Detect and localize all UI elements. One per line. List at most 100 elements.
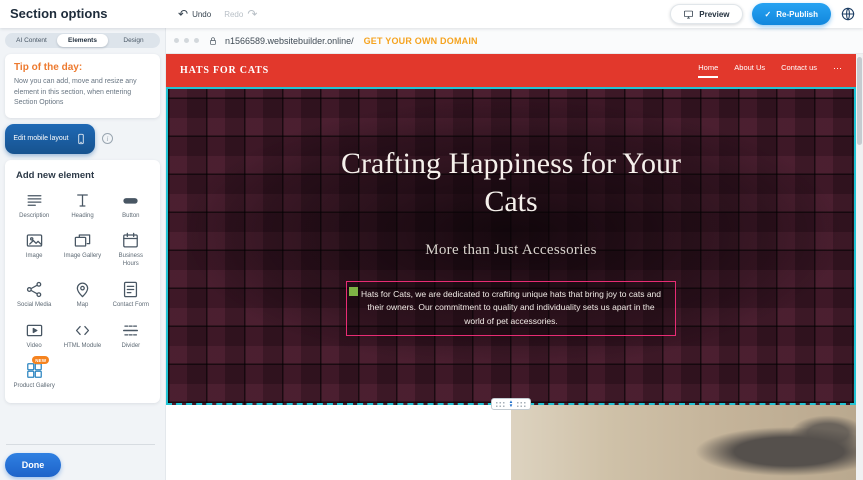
undo-icon: ↶ bbox=[178, 8, 188, 20]
redo-button[interactable]: Redo ↷ bbox=[220, 8, 261, 20]
element-label: Button bbox=[122, 213, 139, 221]
element-label: Product Gallery bbox=[13, 383, 54, 391]
info-icon[interactable]: i bbox=[102, 133, 113, 144]
top-toolbar: Section options ↶ Undo Redo ↷ Preview ✓ … bbox=[0, 0, 863, 28]
map-pin-icon bbox=[73, 280, 92, 299]
hero-subheading[interactable]: More than Just Accessories bbox=[425, 242, 597, 259]
tab-elements[interactable]: Elements bbox=[57, 34, 108, 47]
contact-form-icon bbox=[121, 280, 140, 299]
element-contact-form[interactable]: Contact Form bbox=[107, 280, 155, 310]
tab-ai-content[interactable]: AI Content bbox=[6, 34, 57, 47]
tip-body: Now you can add, move and resize any ele… bbox=[14, 77, 151, 109]
toolbar-right-controls: Preview ✓ Re-Publish bbox=[670, 0, 856, 28]
window-dot-icon bbox=[194, 38, 199, 43]
edit-mobile-layout-button[interactable]: Edit mobile layout bbox=[5, 124, 95, 154]
html-code-icon bbox=[73, 321, 92, 340]
site-url: n1566589.websitebuilder.online/ bbox=[225, 36, 354, 46]
nav-home[interactable]: Home bbox=[698, 63, 718, 78]
business-hours-icon bbox=[121, 231, 140, 250]
website-builder-app: Section options ↶ Undo Redo ↷ Preview ✓ … bbox=[0, 0, 863, 480]
lock-icon bbox=[208, 36, 218, 46]
monitor-icon bbox=[683, 9, 694, 20]
element-label: Description bbox=[19, 213, 49, 221]
element-heading[interactable]: Heading bbox=[58, 191, 106, 221]
section-options-panel: AI Content Elements Design Tip of the da… bbox=[0, 28, 166, 480]
edit-mobile-label: Edit mobile layout bbox=[13, 135, 68, 142]
page-title: Section options bbox=[10, 6, 108, 21]
element-label: Heading bbox=[71, 213, 93, 221]
product-gallery-icon bbox=[25, 361, 44, 380]
element-label: Social Media bbox=[17, 302, 51, 310]
site-nav: Home About Us Contact us ⋯ bbox=[698, 63, 842, 78]
undo-button[interactable]: ↶ Undo bbox=[174, 8, 215, 20]
nav-more-icon[interactable]: ⋯ bbox=[833, 65, 842, 78]
element-business-hours[interactable]: Business Hours bbox=[107, 231, 155, 269]
hero-text-element-selected[interactable]: Hats for Cats, we are dedicated to craft… bbox=[346, 281, 676, 336]
image-icon bbox=[25, 231, 44, 250]
element-label: Contact Form bbox=[113, 302, 149, 310]
nav-contact-us[interactable]: Contact us bbox=[781, 63, 817, 78]
video-icon bbox=[25, 321, 44, 340]
heading-icon bbox=[73, 191, 92, 210]
tab-design[interactable]: Design bbox=[108, 34, 159, 47]
editor-canvas: n1566589.websitebuilder.online/ GET YOUR… bbox=[166, 28, 863, 480]
element-label: Image bbox=[26, 253, 43, 261]
element-label: Video bbox=[27, 343, 42, 351]
tab-elements-label: Elements bbox=[68, 37, 97, 44]
redo-label: Redo bbox=[224, 10, 243, 19]
element-divider[interactable]: Divider bbox=[107, 321, 155, 351]
edit-mobile-row: Edit mobile layout i bbox=[5, 124, 160, 154]
resize-arrows-icon: ▲ ▼ bbox=[509, 400, 513, 408]
element-description[interactable]: Description bbox=[10, 191, 58, 221]
get-domain-link[interactable]: GET YOUR OWN DOMAIN bbox=[364, 36, 478, 46]
nav-about-us[interactable]: About Us bbox=[734, 63, 765, 78]
element-map[interactable]: Map bbox=[58, 280, 106, 310]
site-logo[interactable]: Hats for Cats bbox=[180, 65, 269, 76]
site-scrollbar[interactable] bbox=[856, 54, 863, 480]
element-product-gallery[interactable]: NEW Product Gallery bbox=[10, 361, 58, 391]
redo-icon: ↷ bbox=[247, 8, 257, 20]
history-controls: ↶ Undo Redo ↷ bbox=[174, 0, 261, 28]
republish-label: Re-Publish bbox=[776, 10, 818, 19]
tip-title: Tip of the day: bbox=[14, 62, 151, 73]
add-new-element-card: Add new element Description Heading Butt… bbox=[5, 160, 160, 404]
new-badge: NEW bbox=[32, 356, 49, 364]
element-video[interactable]: Video bbox=[10, 321, 58, 351]
scrollbar-thumb[interactable] bbox=[857, 57, 862, 145]
browser-bar: n1566589.websitebuilder.online/ GET YOUR… bbox=[166, 28, 863, 54]
selected-hero-section[interactable]: Crafting Happiness for Your Cats More th… bbox=[166, 87, 856, 405]
globe-icon[interactable] bbox=[840, 6, 856, 22]
image-gallery-icon bbox=[73, 231, 92, 250]
element-html-module[interactable]: HTML Module bbox=[58, 321, 106, 351]
panel-tabs: AI Content Elements Design bbox=[5, 33, 160, 48]
element-drag-handle[interactable] bbox=[349, 287, 358, 296]
element-image[interactable]: Image bbox=[10, 231, 58, 269]
element-label: Divider bbox=[121, 343, 140, 351]
section-resize-handle[interactable]: ▲ ▼ bbox=[491, 398, 531, 410]
social-media-icon bbox=[25, 280, 44, 299]
window-dot-icon bbox=[174, 38, 179, 43]
preview-label: Preview bbox=[699, 10, 729, 19]
tab-design-label: Design bbox=[123, 37, 143, 44]
button-icon bbox=[121, 191, 140, 210]
hero-heading[interactable]: Crafting Happiness for Your Cats bbox=[331, 145, 691, 222]
check-icon: ✓ bbox=[765, 10, 772, 19]
done-button[interactable]: Done bbox=[5, 453, 61, 477]
element-grid: Description Heading Button Image bbox=[10, 191, 155, 392]
grip-dots-icon bbox=[516, 401, 527, 408]
element-image-gallery[interactable]: Image Gallery bbox=[58, 231, 106, 269]
grip-dots-icon bbox=[495, 401, 506, 408]
cat-photo[interactable] bbox=[511, 405, 863, 480]
element-label: HTML Module bbox=[64, 343, 101, 351]
element-button[interactable]: Button bbox=[107, 191, 155, 221]
element-label: Map bbox=[77, 302, 89, 310]
republish-button[interactable]: ✓ Re-Publish bbox=[752, 3, 831, 25]
undo-label: Undo bbox=[192, 10, 211, 19]
element-social-media[interactable]: Social Media bbox=[10, 280, 58, 310]
tab-ai-content-label: AI Content bbox=[16, 37, 47, 44]
next-section bbox=[166, 405, 856, 480]
divider-icon bbox=[121, 321, 140, 340]
element-label: Business Hours bbox=[110, 253, 152, 269]
description-icon bbox=[25, 191, 44, 210]
preview-button[interactable]: Preview bbox=[670, 4, 742, 24]
